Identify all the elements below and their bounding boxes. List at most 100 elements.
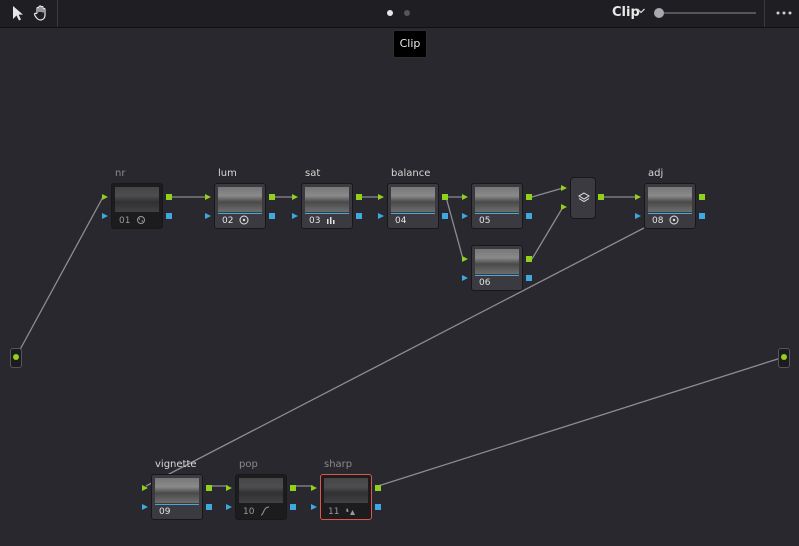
node-03[interactable]: sat 03 — [292, 168, 362, 229]
key-output-port[interactable] — [269, 213, 275, 219]
source-port[interactable] — [13, 354, 19, 360]
rgb-input-port[interactable] — [292, 194, 298, 200]
node-body[interactable]: 10 — [235, 474, 287, 520]
node-number: 04 — [395, 216, 407, 226]
key-input-port[interactable] — [462, 275, 468, 281]
rgb-input-port[interactable] — [205, 194, 211, 200]
wire-08-to-09 — [145, 227, 645, 487]
output-port[interactable] — [781, 354, 787, 360]
rgb-output-port[interactable] — [526, 256, 532, 262]
rgb-output-port[interactable] — [290, 485, 296, 491]
rgb-output-port[interactable] — [166, 194, 172, 200]
key-input-port[interactable] — [226, 504, 232, 510]
key-output-port[interactable] — [290, 504, 296, 510]
node-10[interactable]: pop 10 — [226, 459, 296, 520]
rgb-output-port[interactable] — [442, 194, 448, 200]
node-number: 10 — [243, 507, 255, 517]
source-input-node[interactable] — [10, 348, 22, 368]
noise-reduction-icon — [137, 216, 145, 224]
mixer-output-port[interactable] — [598, 194, 604, 200]
node-04[interactable]: balance 04 — [378, 168, 448, 229]
node-number: 11 — [328, 507, 340, 517]
key-output-port[interactable] — [166, 213, 172, 219]
key-input-port[interactable] — [311, 504, 317, 510]
node-thumbnail — [391, 187, 435, 212]
key-output-port[interactable] — [526, 275, 532, 281]
node-01[interactable]: nr 01 — [102, 168, 172, 229]
key-input-port[interactable] — [102, 213, 108, 219]
node-body[interactable]: 05 — [471, 183, 523, 229]
rgb-input-port[interactable] — [311, 485, 317, 491]
node-number: 02 — [222, 216, 234, 226]
node-label: adj — [648, 168, 664, 179]
rgb-output-port[interactable] — [699, 194, 705, 200]
key-input-port[interactable] — [635, 213, 641, 219]
node-body[interactable]: 06 — [471, 245, 523, 291]
curves-icon — [260, 506, 270, 516]
rgb-output-port[interactable] — [356, 194, 362, 200]
rgb-input-port[interactable] — [635, 194, 641, 200]
node-thumbnail — [324, 478, 368, 503]
rgb-input-port[interactable] — [378, 194, 384, 200]
rgb-output-port[interactable] — [269, 194, 275, 200]
node-09[interactable]: vignette 09 — [142, 459, 212, 520]
node-number: 08 — [652, 216, 664, 226]
rgb-output-port[interactable] — [206, 485, 212, 491]
key-output-port[interactable] — [526, 213, 532, 219]
rgb-input-port[interactable] — [102, 194, 108, 200]
wire-04-to-06 — [445, 196, 464, 260]
node-body[interactable]: 09 — [151, 474, 203, 520]
layer-mixer-icon — [578, 192, 590, 203]
key-input-port[interactable] — [142, 504, 148, 510]
rgb-input-port[interactable] — [142, 485, 148, 491]
rgb-input-port[interactable] — [462, 256, 468, 262]
node-body[interactable]: 11 — [320, 474, 372, 520]
node-02[interactable]: lum 02 — [205, 168, 275, 229]
key-output-port[interactable] — [356, 213, 362, 219]
node-thumb-bar — [475, 275, 519, 276]
color-wheels-icon — [239, 215, 249, 225]
node-thumbnail — [305, 187, 349, 212]
node-body[interactable]: 04 — [387, 183, 439, 229]
node-05[interactable]: 05 — [462, 183, 532, 229]
wire-11-to-output — [377, 356, 785, 487]
node-body[interactable]: 01 — [111, 183, 163, 229]
node-label: pop — [239, 459, 258, 470]
node-label: nr — [115, 168, 126, 179]
node-body[interactable]: 02 — [214, 183, 266, 229]
color-wheels-icon — [669, 215, 679, 225]
node-thumb-bar — [305, 213, 349, 214]
key-output-port[interactable] — [206, 504, 212, 510]
rgb-output-port[interactable] — [526, 194, 532, 200]
node-thumb-bar — [648, 213, 692, 214]
wire-input-to-01 — [15, 196, 104, 358]
sharpen-icon — [346, 508, 355, 515]
rgb-input-port[interactable] — [226, 485, 232, 491]
node-thumbnail — [155, 478, 199, 503]
levels-icon — [327, 217, 335, 224]
key-input-port[interactable] — [378, 213, 384, 219]
key-input-port[interactable] — [462, 213, 468, 219]
node-08[interactable]: adj 08 — [635, 168, 705, 229]
node-label: balance — [391, 168, 431, 179]
node-thumbnail — [239, 478, 283, 503]
wire-06-to-mixer — [531, 206, 564, 260]
rgb-input-port[interactable] — [462, 194, 468, 200]
node-thumbnail — [115, 187, 159, 212]
mixer-input-port-1[interactable] — [561, 185, 567, 191]
key-output-port[interactable] — [375, 504, 381, 510]
key-input-port[interactable] — [205, 213, 211, 219]
node-number: 01 — [119, 216, 131, 226]
key-output-port[interactable] — [699, 213, 705, 219]
node-body[interactable]: 08 — [644, 183, 696, 229]
key-input-port[interactable] — [292, 213, 298, 219]
rgb-output-port[interactable] — [375, 485, 381, 491]
node-label: lum — [218, 168, 237, 179]
output-node[interactable] — [778, 348, 790, 368]
mixer-input-port-2[interactable] — [561, 204, 567, 210]
node-body[interactable]: 03 — [301, 183, 353, 229]
layer-mixer-node[interactable] — [570, 177, 596, 219]
key-output-port[interactable] — [442, 213, 448, 219]
node-11[interactable]: sharp 11 — [311, 459, 381, 520]
node-06[interactable]: 06 — [462, 245, 532, 291]
